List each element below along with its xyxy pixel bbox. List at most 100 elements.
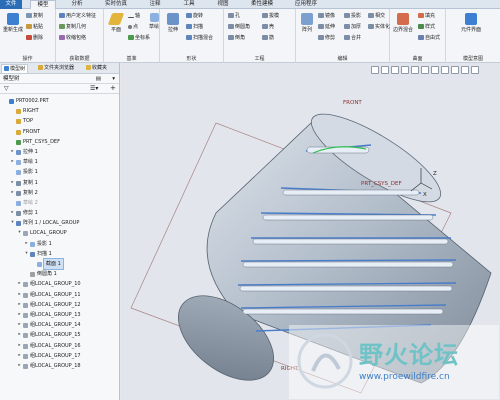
trim-button[interactable]: 修剪 bbox=[318, 34, 335, 42]
expand-icon[interactable]: ▸ bbox=[24, 239, 29, 249]
tab-analysis[interactable]: 分析 bbox=[66, 0, 88, 9]
tree-node[interactable]: 草绘 2 bbox=[0, 198, 119, 208]
regenerate-button[interactable]: 重新生成 bbox=[2, 13, 24, 33]
tree-node[interactable]: 倒圆角 1 bbox=[0, 269, 119, 279]
round-button[interactable]: 倒圆角 bbox=[228, 23, 250, 31]
tab-annotate[interactable]: 注释 bbox=[144, 0, 166, 9]
expand-icon[interactable]: ▸ bbox=[10, 157, 15, 167]
swept-blend-button[interactable]: 扫描混合 bbox=[186, 34, 213, 42]
tree-node[interactable]: FRONT bbox=[0, 127, 119, 137]
tree-node[interactable]: TOP bbox=[0, 116, 119, 126]
shell-button[interactable]: 壳 bbox=[262, 23, 274, 31]
axis-button[interactable]: 轴 bbox=[128, 12, 140, 20]
paste-button[interactable]: 粘贴 bbox=[26, 23, 43, 31]
tree-node[interactable]: ▸ 复制 1 bbox=[0, 178, 119, 188]
add-column-icon[interactable]: + bbox=[110, 84, 116, 92]
tree-node[interactable]: ▸ 复制 2 bbox=[0, 188, 119, 198]
tree-node[interactable]: ▸ 组LOCAL_GROUP_13 bbox=[0, 310, 119, 320]
pattern-button[interactable]: 阵列 bbox=[298, 13, 316, 33]
settings-icon[interactable]: ▤ bbox=[96, 74, 101, 84]
rib-button[interactable]: 筋 bbox=[262, 34, 274, 42]
tab-model-tree[interactable]: 模型树 bbox=[1, 64, 29, 73]
merge-button[interactable]: 合并 bbox=[344, 34, 361, 42]
tree-options-icon[interactable]: ☰▾ bbox=[90, 85, 98, 92]
graphics-window[interactable]: FRONT PRT_CSYS_DEF RIGHT Z X 野火论坛 www.pr… bbox=[121, 63, 500, 400]
tree-node[interactable]: ▸ 组LOCAL_GROUP_10 bbox=[0, 279, 119, 289]
collapse-icon[interactable]: ▾ bbox=[10, 218, 15, 228]
intersect-button[interactable]: 相交 bbox=[368, 12, 385, 20]
tab-favorites[interactable]: 收藏夹 bbox=[84, 64, 109, 73]
expand-icon[interactable]: ▸ bbox=[17, 361, 22, 371]
expand-icon[interactable]: ▸ bbox=[17, 300, 22, 310]
filter-icon[interactable]: ▽ bbox=[4, 85, 9, 92]
groove-5[interactable] bbox=[240, 259, 457, 262]
tree-node[interactable]: 截面 1 bbox=[0, 257, 119, 271]
group-label-get-data[interactable]: 获取数据 bbox=[56, 55, 103, 62]
expand-icon[interactable]: ▸ bbox=[17, 310, 22, 320]
tree-node[interactable]: PRT_CSYS_DEF bbox=[0, 137, 119, 147]
draft-button[interactable]: 拔模 bbox=[262, 12, 279, 20]
copy-button[interactable]: 复制 bbox=[26, 12, 43, 20]
tab-view[interactable]: 视图 bbox=[212, 0, 234, 9]
group-label-model-intent[interactable]: 模型意图 bbox=[446, 55, 500, 62]
tab-applications[interactable]: 应用程序 bbox=[290, 0, 322, 9]
component-interface-button[interactable]: 元件界面 bbox=[454, 13, 488, 33]
expand-icon[interactable]: ▸ bbox=[17, 351, 22, 361]
tree-node[interactable]: ▸ 拉伸 1 bbox=[0, 147, 119, 157]
tree-node[interactable]: ▸ 组LOCAL_GROUP_15 bbox=[0, 330, 119, 340]
hole-button[interactable]: 孔 bbox=[228, 12, 240, 20]
expand-icon[interactable]: ▸ bbox=[17, 320, 22, 330]
tree-node[interactable]: ▾ 阵列 1 / LOCAL_GROUP bbox=[0, 218, 119, 228]
tree-node[interactable]: ▸ 组LOCAL_GROUP_16 bbox=[0, 341, 119, 351]
expand-icon[interactable]: ▸ bbox=[17, 290, 22, 300]
group-label-editing[interactable]: 编辑 bbox=[296, 55, 389, 62]
expand-icon[interactable]: ▸ bbox=[10, 147, 15, 157]
group-label-datum[interactable]: 基准 bbox=[104, 55, 159, 62]
tab-flexible-modeling[interactable]: 柔性建模 bbox=[246, 0, 278, 9]
tree-node[interactable]: ▸ 组LOCAL_GROUP_18 bbox=[0, 361, 119, 371]
tree-node[interactable]: RIGHT bbox=[0, 106, 119, 116]
project-button[interactable]: 投影 bbox=[344, 12, 361, 20]
tab-tools[interactable]: 工具 bbox=[178, 0, 200, 9]
expand-icon[interactable]: ▸ bbox=[10, 188, 15, 198]
group-label-shapes[interactable]: 形状 bbox=[160, 55, 223, 62]
collapse-icon[interactable]: ▾ bbox=[24, 249, 29, 259]
show-menu-icon[interactable]: ▾ bbox=[112, 74, 115, 84]
extend-button[interactable]: 延伸 bbox=[318, 23, 335, 31]
plane-button[interactable]: 平面 bbox=[106, 13, 126, 33]
expand-icon[interactable]: ▸ bbox=[10, 208, 15, 218]
front-label[interactable]: FRONT bbox=[343, 100, 362, 106]
tab-file[interactable]: 文件 bbox=[0, 0, 22, 9]
delete-button[interactable]: 删除 bbox=[26, 34, 43, 42]
expand-icon[interactable]: ▸ bbox=[17, 341, 22, 351]
shrinkwrap-button[interactable]: 收缩包络 bbox=[59, 34, 86, 42]
expand-icon[interactable]: ▸ bbox=[10, 178, 15, 188]
tree-node[interactable]: PRT0002.PRT bbox=[0, 96, 119, 106]
tree-node[interactable]: ▸ 投影 1 bbox=[0, 239, 119, 249]
tree-node[interactable]: ▾ LOCAL_GROUP bbox=[0, 228, 119, 238]
group-label-surfaces[interactable]: 曲面 bbox=[390, 55, 445, 62]
csys-button[interactable]: 坐标系 bbox=[128, 34, 150, 42]
copy-geometry-button[interactable]: 复制几何 bbox=[59, 23, 86, 31]
boundary-blend-button[interactable]: 边界混合 bbox=[392, 13, 414, 33]
collapse-icon[interactable]: ▾ bbox=[17, 228, 22, 238]
revolve-button[interactable]: 旋转 bbox=[186, 12, 203, 20]
mirror-button[interactable]: 镜像 bbox=[318, 12, 335, 20]
style-button[interactable]: 样式 bbox=[418, 23, 435, 31]
expand-icon[interactable]: ▸ bbox=[17, 330, 22, 340]
tree-node[interactable]: ▸ 草绘 1 bbox=[0, 157, 119, 167]
chamfer-button[interactable]: 倒角 bbox=[228, 34, 245, 42]
group-label-operations[interactable]: 操作 bbox=[0, 55, 55, 62]
point-button[interactable]: 点 bbox=[128, 23, 138, 31]
fill-button[interactable]: 填充 bbox=[418, 12, 435, 20]
tree-node[interactable]: ▸ 组LOCAL_GROUP_11 bbox=[0, 290, 119, 300]
tab-simulation[interactable]: 实时仿真 bbox=[100, 0, 132, 9]
sweep-button[interactable]: 扫描 bbox=[186, 23, 203, 31]
udf-button[interactable]: 用户定义特征 bbox=[59, 12, 96, 20]
solidify-button[interactable]: 实体化 bbox=[368, 23, 390, 31]
freestyle-button[interactable]: 自由式 bbox=[418, 34, 440, 42]
expand-icon[interactable]: ▸ bbox=[17, 279, 22, 289]
thicken-button[interactable]: 加厚 bbox=[344, 23, 361, 31]
tree-node[interactable]: ▸ 修剪 1 bbox=[0, 208, 119, 218]
tree-node[interactable]: ▸ 组LOCAL_GROUP_12 bbox=[0, 300, 119, 310]
